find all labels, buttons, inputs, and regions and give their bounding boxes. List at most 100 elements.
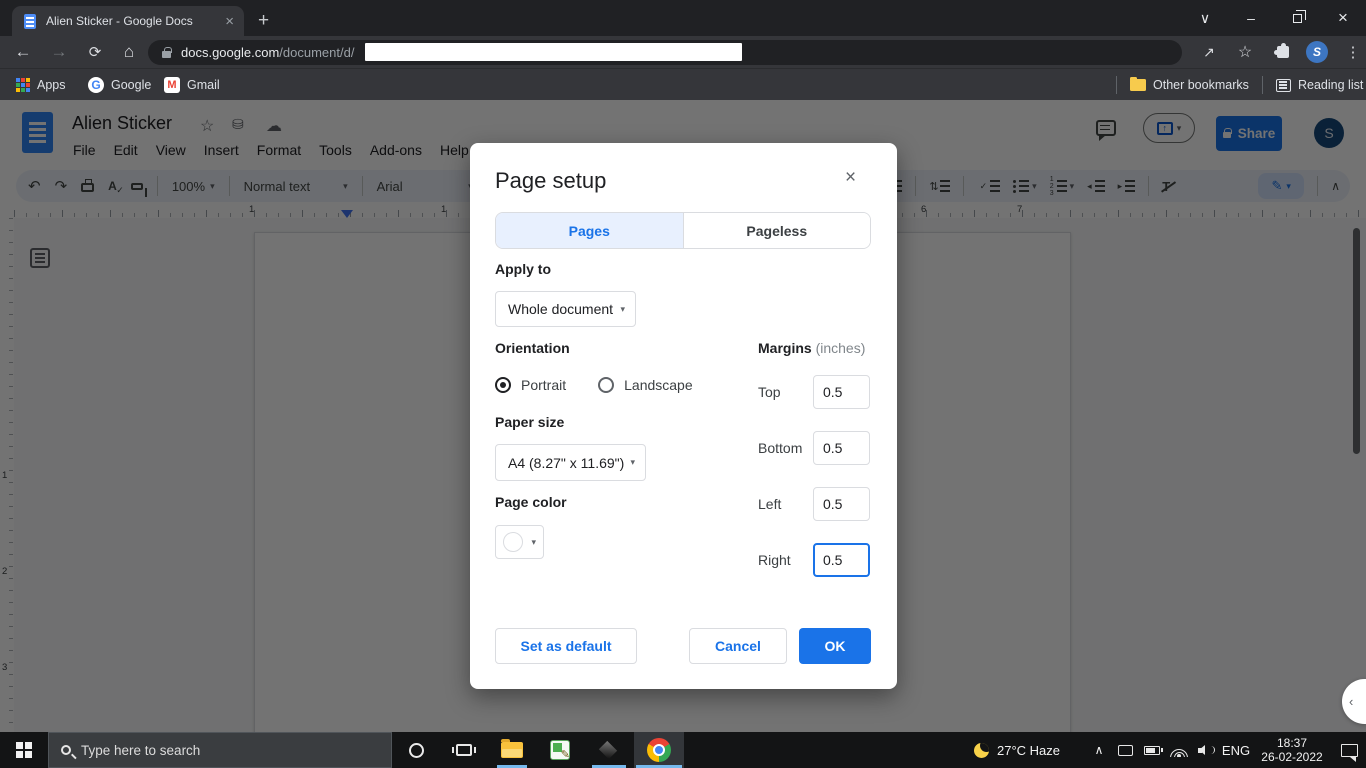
browser-titlebar: Alien Sticker - Google Docs × + ∨ – × [0,0,1366,36]
wifi-tray-icon[interactable] [1166,732,1192,768]
divider [1262,76,1263,94]
chevron-up-icon: ∧ [1095,743,1104,757]
other-bookmarks-label: Other bookmarks [1153,78,1249,92]
landscape-label: Landscape [624,377,693,393]
margin-left-label: Left [758,487,810,521]
inkscape-icon [599,741,617,759]
puzzle-icon [1277,46,1289,58]
tablet-mode-tray-icon[interactable] [1112,732,1138,768]
reading-list-button[interactable]: Reading list [1276,69,1363,101]
dialog-close-icon[interactable]: × [845,167,856,189]
paper-size-value: A4 (8.27" x 11.69") [508,455,624,471]
avatar: S [1306,41,1328,63]
tab-close-icon[interactable]: × [225,13,234,30]
search-input[interactable] [81,743,361,758]
editor-app-button[interactable] [536,732,584,768]
weather-text: 27°C Haze [997,743,1060,758]
margin-top-label: Top [758,375,810,409]
chevron-left-icon: ‹ [1349,694,1353,709]
reading-list-label: Reading list [1298,78,1363,92]
lock-icon [162,51,171,58]
weather-widget[interactable]: 27°C Haze [960,732,1080,768]
window-restore-button[interactable] [1274,0,1320,36]
tab-pageless[interactable]: Pageless [684,213,871,248]
battery-tray-icon[interactable] [1138,732,1166,768]
caret-icon: ▾ [531,537,536,548]
inkscape-button[interactable] [584,732,632,768]
share-page-icon[interactable]: ↗ [1196,36,1222,68]
redacted-url-block [365,43,742,61]
margin-left-input[interactable] [813,487,870,521]
orientation-radios: Portrait Landscape [495,377,693,393]
url-host: docs.google.com [181,45,279,60]
file-explorer-button[interactable] [488,732,536,768]
action-center-button[interactable] [1332,732,1366,768]
bookmark-label: Apps [37,78,66,92]
back-button[interactable]: ← [10,36,36,68]
landscape-radio[interactable] [598,377,614,393]
language-indicator[interactable]: ENG [1218,732,1254,768]
ok-button[interactable]: OK [799,628,871,664]
cortana-button[interactable] [392,732,440,768]
divider [1116,76,1117,94]
task-view-button[interactable] [440,732,488,768]
apply-to-dropdown[interactable]: Whole document ▾ [495,291,636,327]
taskbar: 27°C Haze ∧ ENG 18:37 26-02-2022 [0,732,1366,768]
extensions-puzzle-icon[interactable] [1270,36,1296,68]
forward-button[interactable]: → [46,36,72,68]
orientation-label: Orientation [495,340,570,356]
browser-menu-icon[interactable]: ⋮ [1340,36,1366,68]
task-view-icon [456,744,472,756]
file-explorer-icon [501,742,523,758]
taskbar-search[interactable] [48,732,392,768]
apply-to-value: Whole document [508,301,613,317]
caret-icon: ▾ [620,304,625,315]
bookmark-gmail[interactable]: M Gmail [164,69,220,101]
window-close-button[interactable]: × [1320,0,1366,36]
apply-to-label: Apply to [495,261,551,277]
bookmarks-bar: Apps G Google M Gmail Other bookmarks Re… [0,68,1366,100]
browser-tab[interactable]: Alien Sticker - Google Docs × [12,6,244,36]
cancel-button[interactable]: Cancel [689,628,787,664]
start-button[interactable] [0,732,48,768]
url-path: /document/d/ [279,45,354,60]
bookmark-google[interactable]: G Google [88,69,151,101]
paper-size-dropdown[interactable]: A4 (8.27" x 11.69") ▾ [495,444,646,481]
clock[interactable]: 18:37 26-02-2022 [1254,732,1330,768]
new-tab-button[interactable]: + [258,8,269,34]
page-color-label: Page color [495,494,567,510]
dialog-title: Page setup [495,168,606,194]
bookmark-apps[interactable]: Apps [16,69,66,101]
home-button[interactable]: ⌂ [116,36,142,68]
tray-expand-button[interactable]: ∧ [1086,732,1112,768]
margin-top-input[interactable] [813,375,870,409]
tab-search-icon[interactable]: ∨ [1182,0,1228,36]
reload-button[interactable]: ⟳ [82,36,108,68]
editor-app-icon [550,740,570,760]
docs-favicon-icon [24,14,36,29]
search-icon [61,745,71,755]
weather-moon-icon [974,743,989,758]
page-color-dropdown[interactable]: ▾ [495,525,544,559]
volume-tray-icon[interactable] [1192,732,1218,768]
window-controls: ∨ – × [1182,0,1366,36]
margin-right-input[interactable] [813,543,870,577]
bookmark-star-icon[interactable]: ☆ [1232,36,1258,68]
chrome-button[interactable] [634,732,684,768]
bookmark-label: Gmail [187,78,220,92]
margin-bottom-input[interactable] [813,431,870,465]
other-bookmarks-button[interactable]: Other bookmarks [1130,69,1249,101]
portrait-radio[interactable] [495,377,511,393]
window-minimize-button[interactable]: – [1228,0,1274,36]
tab-pages[interactable]: Pages [496,213,684,248]
set-as-default-button[interactable]: Set as default [495,628,637,664]
gmail-favicon-icon: M [164,77,180,93]
reading-list-icon [1276,79,1291,92]
browser-navbar: ← → ⟳ ⌂ docs.google.com /document/d/ ↗ ☆… [0,36,1366,68]
color-swatch [503,532,523,552]
browser-profile-avatar[interactable]: S [1304,36,1330,68]
page-setup-dialog: Page setup × Pages Pageless Apply to Who… [470,143,897,689]
tab-title: Alien Sticker - Google Docs [46,14,219,28]
notification-icon [1341,744,1358,757]
date-label: 26-02-2022 [1261,750,1322,764]
